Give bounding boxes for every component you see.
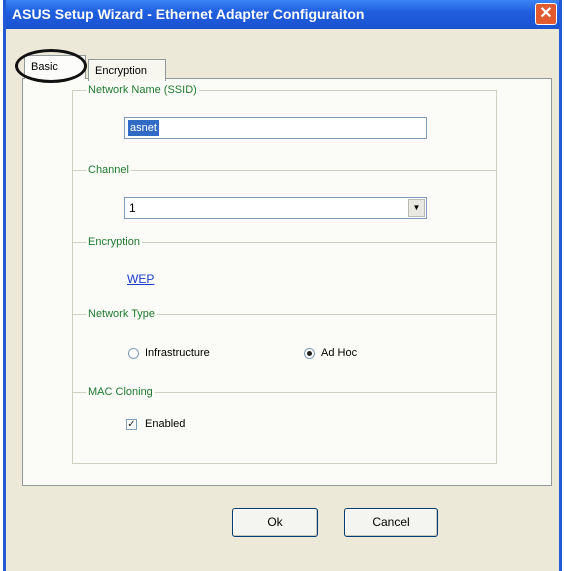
mac-cloning-checkbox[interactable]: ✓ Enabled bbox=[126, 417, 185, 431]
mac-cloning-label: MAC Cloning bbox=[86, 385, 155, 399]
separator bbox=[73, 170, 496, 171]
cancel-button[interactable]: Cancel bbox=[344, 508, 438, 537]
radio-infrastructure[interactable]: Infrastructure bbox=[128, 346, 210, 360]
radio-infrastructure-label: Infrastructure bbox=[145, 347, 210, 359]
tab-basic[interactable]: Basic bbox=[24, 55, 86, 79]
close-icon: ✕ bbox=[539, 5, 553, 22]
close-button[interactable]: ✕ bbox=[535, 3, 557, 25]
cancel-button-label: Cancel bbox=[372, 515, 410, 529]
radio-adhoc[interactable]: Ad Hoc bbox=[304, 346, 357, 360]
network-name-label: Network Name (SSID) bbox=[86, 83, 199, 97]
radio-icon[interactable] bbox=[128, 347, 139, 359]
ok-button-label: Ok bbox=[267, 515, 283, 529]
checkmark-icon[interactable]: ✓ bbox=[126, 418, 137, 430]
channel-select[interactable]: 1 ▼ bbox=[124, 197, 427, 219]
tab-encryption[interactable]: Encryption bbox=[88, 59, 166, 81]
title-bar[interactable]: ASUS Setup Wizard - Ethernet Adapter Con… bbox=[6, 0, 559, 29]
window-title: ASUS Setup Wizard - Ethernet Adapter Con… bbox=[12, 6, 365, 22]
radio-icon[interactable] bbox=[304, 347, 315, 359]
channel-label: Channel bbox=[86, 163, 131, 177]
channel-value: 1 bbox=[129, 201, 136, 215]
tab-encryption-label: Encryption bbox=[95, 65, 147, 77]
ssid-input[interactable]: asnet bbox=[124, 117, 427, 139]
enabled-label: Enabled bbox=[145, 418, 186, 430]
tab-basic-label: Basic bbox=[31, 61, 58, 73]
radio-adhoc-label: Ad Hoc bbox=[321, 347, 358, 359]
chevron-down-icon[interactable]: ▼ bbox=[408, 199, 425, 217]
ok-button[interactable]: Ok bbox=[232, 508, 318, 537]
network-type-label: Network Type bbox=[86, 307, 158, 321]
ssid-value: asnet bbox=[128, 120, 159, 136]
encryption-link[interactable]: WEP bbox=[127, 272, 154, 286]
encryption-label: Encryption bbox=[86, 235, 142, 249]
